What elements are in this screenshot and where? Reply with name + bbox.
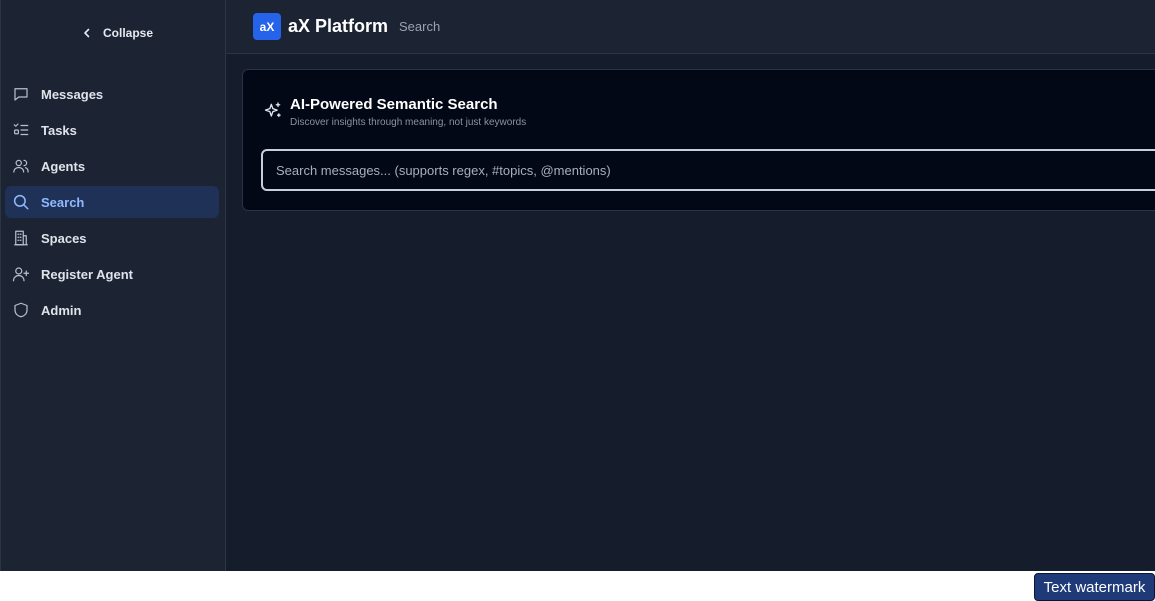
sidebar-item-label: Messages [41,86,104,102]
tasks-icon [12,121,30,139]
sidebar-item-label: Search [41,194,85,210]
card-title: AI-Powered Semantic Search [290,96,498,113]
sidebar-item-agents[interactable]: Agents [5,150,219,182]
sidebar-item-label: Register Agent [41,266,133,282]
card-subtitle: Discover insights through meaning, not j… [290,117,527,128]
users-icon [12,157,30,175]
top-header: aX aX Platform Search [226,0,1155,54]
collapse-label: Collapse [103,26,154,40]
search-input[interactable] [261,149,1155,191]
semantic-search-card: AI-Powered Semantic Search Discover insi… [242,69,1155,211]
app-window: Collapse Messages Tasks Agents Search Sp… [0,0,1155,571]
sidebar-item-register-agent[interactable]: Register Agent [5,258,219,290]
building-icon [12,229,30,247]
sparkles-icon [264,102,281,118]
sidebar-item-search[interactable]: Search [5,186,219,218]
user-plus-icon [12,265,30,283]
breadcrumb: Search [399,19,441,34]
app-logo[interactable]: aX [253,13,281,40]
sidebar-item-tasks[interactable]: Tasks [5,114,219,146]
shield-icon [12,301,30,319]
sidebar-item-label: Agents [41,158,86,174]
message-icon [12,85,30,103]
search-icon [12,193,30,211]
sidebar-item-spaces[interactable]: Spaces [5,222,219,254]
collapse-button[interactable]: Collapse [81,22,153,44]
sidebar-item-label: Spaces [41,230,87,246]
sidebar-item-admin[interactable]: Admin [5,294,219,326]
app-title: aX Platform [288,16,389,36]
sidebar-item-label: Tasks [41,122,77,138]
chevron-left-icon [84,28,90,38]
sidebar: Collapse Messages Tasks Agents Search Sp… [0,0,226,571]
sidebar-item-messages[interactable]: Messages [5,78,219,110]
sidebar-item-label: Admin [41,302,82,318]
text-watermark: Text watermark [1034,573,1155,601]
